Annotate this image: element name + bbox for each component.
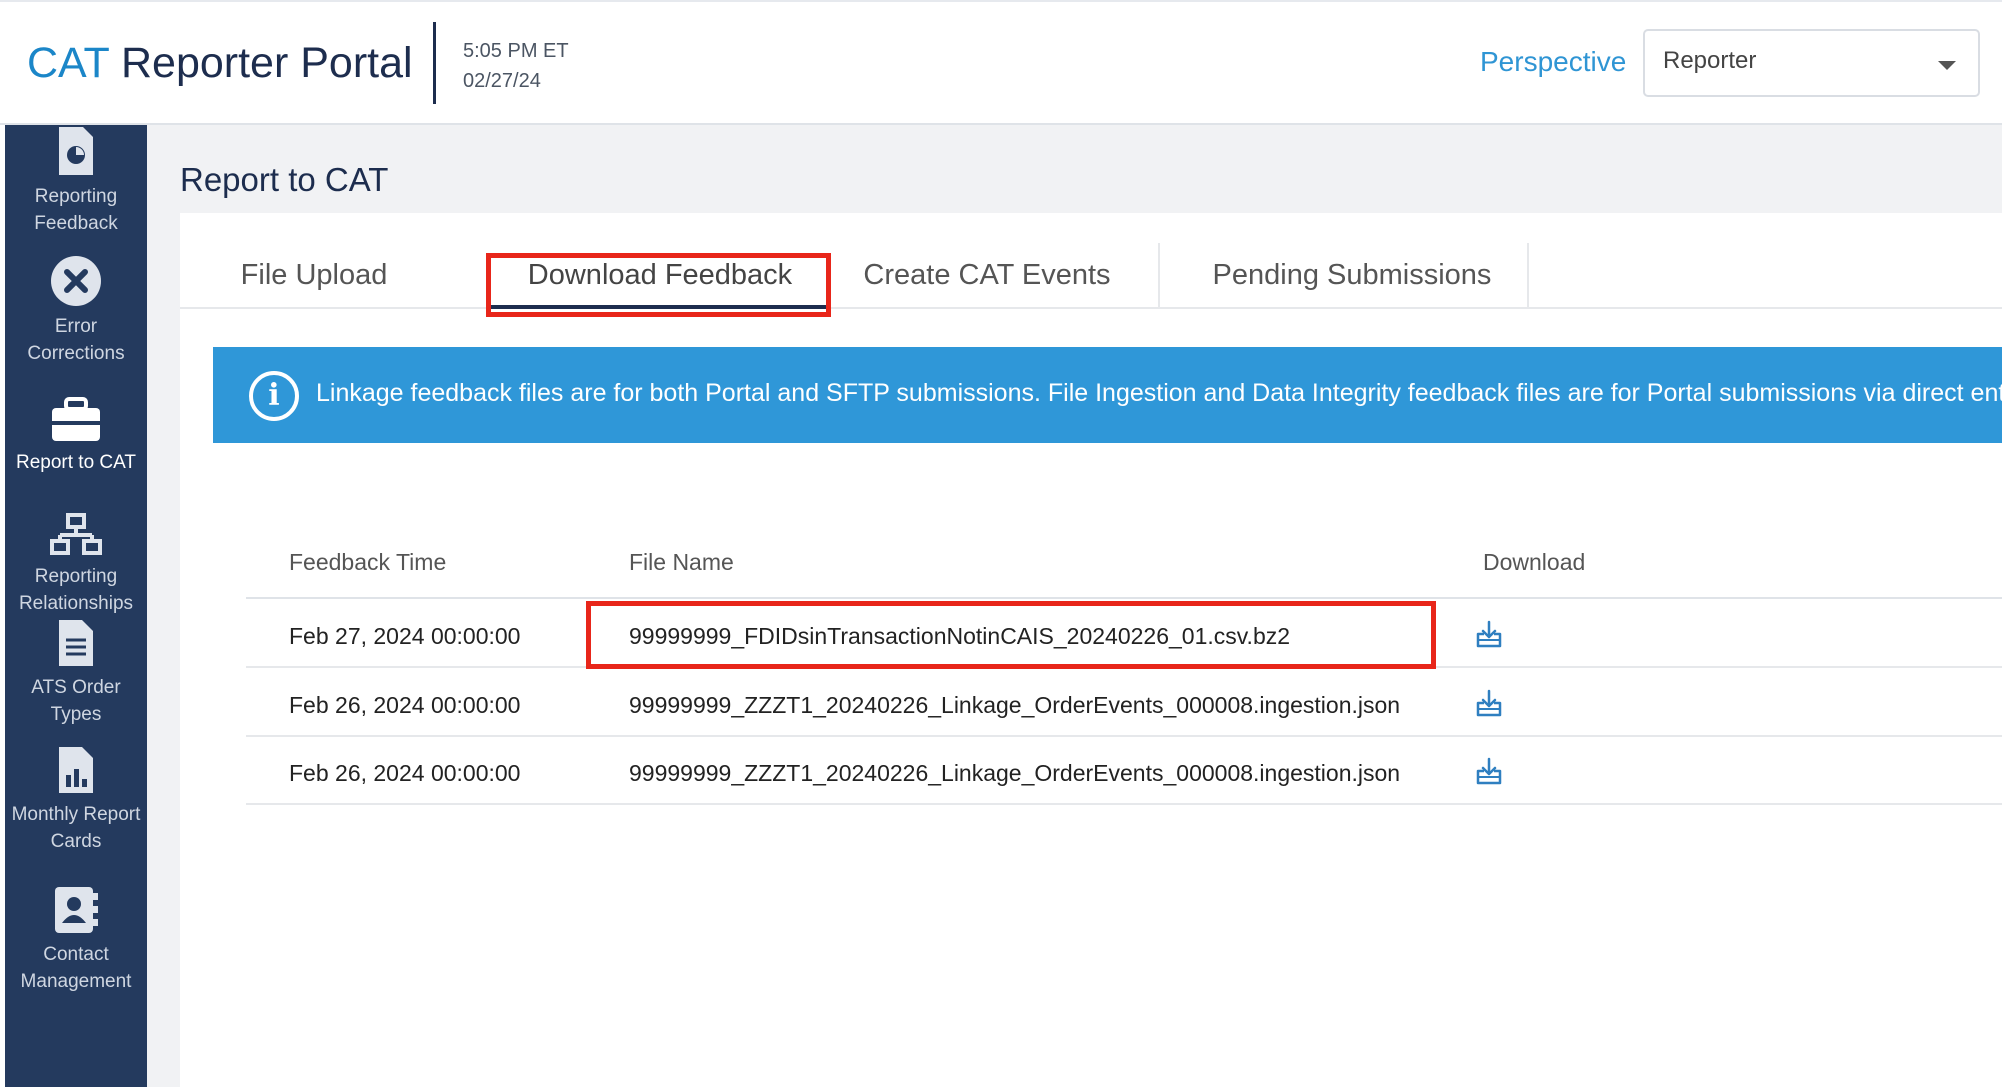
tab-label: Download Feedback (527, 259, 793, 291)
feedback-time: Feb 26, 2024 00:00:00 (289, 692, 521, 718)
sidebar-item-label: Contact Management (20, 944, 132, 992)
column-header-file-name[interactable]: File Name (629, 549, 734, 576)
tab-label: Create CAT Events (863, 259, 1111, 291)
sidebar-item-label: ATS Order Types (31, 677, 121, 725)
top-header: CAT Reporter Portal 5:05 PM ET 02/27/24 … (0, 0, 2002, 125)
file-name: 99999999_ZZZT1_20240226_Linkage_OrderEve… (629, 760, 1401, 786)
clock: 5:05 PM ET 02/27/24 (463, 36, 569, 96)
file-name: 99999999_ZZZT1_20240226_Linkage_OrderEve… (629, 692, 1401, 718)
info-icon: i (249, 371, 299, 421)
sidebar-item-label: Reporting Relationships (18, 566, 134, 614)
table-row: Feb 27, 2024 00:00:00 99999999_FDIDsinTr… (246, 601, 2002, 668)
sidebar: Reporting Feedback Error Corrections Rep… (5, 125, 147, 1087)
tab-separator (1158, 243, 1160, 307)
feedback-time: Feb 26, 2024 00:00:00 (289, 760, 521, 786)
perspective-value: Reporter (1663, 47, 1757, 74)
sidebar-item-ats-order-types[interactable]: ATS Order Types (5, 618, 147, 728)
download-icon[interactable] (1474, 756, 1504, 786)
chevron-down-icon (1938, 61, 1956, 70)
tab-create-cat-events[interactable]: Create CAT Events (852, 243, 1122, 309)
tab-label: Pending Submissions (1212, 259, 1492, 291)
org-chart-icon (50, 513, 102, 555)
error-x-icon (51, 256, 101, 306)
sidebar-item-label: Report to CAT (15, 452, 137, 473)
sidebar-item-monthly-report-cards[interactable]: Monthly Report Cards (5, 745, 147, 855)
content-panel: File Upload Download Feedback Create CAT… (180, 213, 2002, 1087)
app-title-suffix: Reporter Portal (109, 39, 413, 87)
sidebar-item-error-corrections[interactable]: Error Corrections (5, 255, 147, 367)
sidebar-item-reporting-relationships[interactable]: Reporting Relationships (5, 513, 147, 617)
contact-book-icon (55, 887, 98, 933)
tab-download-feedback[interactable]: Download Feedback (489, 243, 831, 309)
table-header: Feedback Time File Name Download (246, 525, 2002, 599)
perspective-dropdown[interactable]: Reporter (1643, 29, 1980, 97)
table-row: Feb 26, 2024 00:00:00 99999999_ZZZT1_202… (246, 738, 2002, 805)
feedback-time: Feb 27, 2024 00:00:00 (289, 623, 521, 649)
sidebar-item-reporting-feedback[interactable]: Reporting Feedback (5, 125, 147, 237)
app-title-prefix: CAT (27, 39, 110, 87)
briefcase-icon (52, 397, 100, 441)
report-feedback-icon (59, 127, 93, 175)
header-divider (433, 22, 436, 104)
info-banner: i Linkage feedback files are for both Po… (213, 347, 2002, 443)
info-banner-text: Linkage feedback files are for both Port… (316, 379, 2002, 407)
sidebar-item-label: Reporting Feedback (34, 186, 118, 234)
perspective-label: Perspective (1480, 46, 1627, 77)
column-header-download[interactable]: Download (1483, 549, 1585, 576)
sidebar-item-label: Error Corrections (27, 316, 125, 364)
clock-date: 02/27/24 (463, 70, 541, 92)
page-title: Report to CAT (180, 161, 389, 198)
document-icon (59, 620, 93, 666)
chart-document-icon (59, 747, 93, 793)
table-row: Feb 26, 2024 00:00:00 99999999_ZZZT1_202… (246, 670, 2002, 737)
tab-label: File Upload (240, 259, 388, 291)
main-content: Report to CAT File Upload Download Feedb… (147, 125, 2002, 1087)
clock-time: 5:05 PM ET (463, 40, 569, 62)
column-header-feedback-time[interactable]: Feedback Time (289, 549, 446, 576)
tab-pending-submissions[interactable]: Pending Submissions (1192, 243, 1512, 309)
sidebar-item-contact-management[interactable]: Contact Management (5, 885, 147, 995)
app-title[interactable]: CAT Reporter Portal (27, 39, 413, 88)
sidebar-item-label: Monthly Report Cards (11, 804, 141, 852)
sidebar-item-report-to-cat[interactable]: Report to CAT (5, 397, 147, 476)
download-icon[interactable] (1474, 619, 1504, 649)
tab-bar: File Upload Download Feedback Create CAT… (180, 243, 2002, 309)
tab-separator (1527, 243, 1529, 307)
file-name: 99999999_FDIDsinTransactionNotinCAIS_202… (629, 623, 1291, 649)
download-icon[interactable] (1474, 688, 1504, 718)
tab-file-upload[interactable]: File Upload (219, 243, 409, 309)
